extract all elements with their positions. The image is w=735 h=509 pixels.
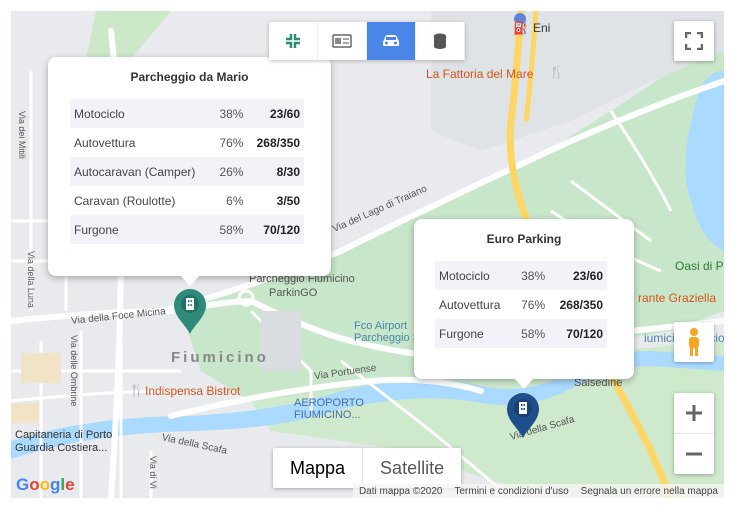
count-cell: 23/60: [247, 99, 304, 128]
vehicle-type-cell: Autocaravan (Camper): [70, 157, 213, 186]
poi-fco-airport[interactable]: Fco Airport: [354, 320, 407, 332]
vehicle-type-cell: Furgone: [435, 319, 514, 348]
pegman-icon: [689, 328, 699, 356]
parking-marker-mario[interactable]: [172, 287, 208, 335]
report-error-link[interactable]: Segnala un errore nella mappa: [581, 486, 718, 497]
availability-table: Motociclo 38% 23/60 Autovettura 76% 268/350 Au…: [70, 99, 304, 244]
poi-oasi[interactable]: Oasi di P: [675, 259, 724, 273]
fullscreen-button[interactable]: [674, 21, 714, 61]
percentage-cell: 38%: [212, 99, 248, 128]
street-view-pegman[interactable]: [674, 322, 714, 362]
count-cell: 23/60: [549, 261, 607, 290]
restaurant-icon: 🍴: [129, 383, 144, 397]
car-button[interactable]: [367, 22, 416, 60]
percentage-cell: 76%: [521, 297, 546, 312]
percentage-cell: 26%: [212, 157, 248, 186]
percentage-cell: 38%: [513, 261, 550, 290]
percentage-cell: 76%: [219, 135, 244, 150]
count-cell: 8/30: [247, 157, 304, 186]
collapse-icon: [286, 34, 300, 48]
city-label-fiumicino: Fiumicino: [171, 349, 269, 366]
table-row: Autovettura 76% 268/350: [435, 290, 607, 319]
zoom-out-button[interactable]: [674, 434, 714, 474]
vehicle-type-cell: Autovettura: [74, 135, 136, 150]
fullscreen-icon: [685, 32, 703, 50]
map-data-credit: Dati mappa ©2020: [358, 485, 443, 497]
poi-capitaneria[interactable]: Capitaneria di Porto: [15, 429, 112, 441]
percentage-cell: 58%: [212, 215, 248, 244]
percentage-cell: 6%: [226, 193, 244, 208]
map-type-satellite-button[interactable]: Satellite: [362, 448, 461, 488]
table-row: Autovettura 76% 268/350: [70, 128, 304, 157]
vehicle-type-cell: Autovettura: [439, 297, 501, 312]
coins-button[interactable]: [416, 22, 465, 60]
minus-icon: [686, 452, 702, 456]
terms-link[interactable]: Termini e condizioni d'uso: [454, 486, 568, 497]
table-row: Furgone 58% 70/120: [435, 319, 607, 348]
table-row: Motociclo 38% 23/60: [435, 261, 607, 290]
street-label-luna: Via della Luna: [26, 251, 36, 308]
map-attribution: Dati mappa ©2020 Termini e condizioni d'…: [352, 484, 724, 498]
street-label-vi: Via di Vi: [148, 456, 158, 489]
street-label-mitili: Via dei Mitili: [17, 111, 27, 159]
info-window-title: Parcheggio da Mario: [130, 70, 249, 84]
street-label-ombrine: Via delle Ombrine: [69, 335, 79, 407]
info-window-tail: [515, 379, 533, 389]
google-logo-letter: G: [16, 475, 30, 494]
count-cell: 70/120: [549, 319, 607, 348]
google-logo-letter: o: [39, 475, 51, 494]
google-logo[interactable]: Google: [16, 475, 75, 495]
table-row: Furgone 58% 70/120: [70, 215, 304, 244]
google-logo-letter: g: [50, 475, 61, 494]
poi-eni-icon[interactable]: ⛽: [513, 21, 528, 35]
zoom-in-button[interactable]: [674, 393, 714, 434]
parking-marker-euro[interactable]: [505, 391, 541, 439]
vehicle-filter-toolbar: [269, 22, 465, 60]
vehicle-type-cell: Furgone: [70, 215, 213, 244]
poi-indispensa[interactable]: Indispensa Bistrot: [145, 384, 240, 398]
google-logo-letter: e: [65, 475, 75, 494]
vehicle-type-cell: Motociclo: [70, 99, 213, 128]
count-cell: 70/120: [247, 215, 304, 244]
collapse-button[interactable]: [269, 22, 318, 60]
map-type-control: Mappa Satellite: [273, 448, 462, 488]
info-window-mario: Parcheggio da Mario Motociclo 38% 23/60 Aut…: [48, 57, 331, 286]
id-card-icon: [332, 34, 352, 48]
count-cell: 3/50: [276, 193, 300, 208]
info-window-euro: Euro Parking Motociclo 38% 23/60 Autovettur…: [414, 219, 634, 389]
car-icon: [383, 35, 399, 46]
table-row: Autocaravan (Camper) 26% 8/30: [70, 157, 304, 186]
poi-eni-label[interactable]: Eni: [533, 21, 550, 35]
zoom-control: [674, 393, 714, 474]
table-row: Motociclo 38% 23/60: [70, 99, 304, 128]
poi-parkingo[interactable]: ParkinGO: [269, 287, 317, 299]
poi-aeroporto[interactable]: AEROPORTO: [294, 397, 364, 409]
poi-guardia[interactable]: Guardia Costiera...: [15, 442, 107, 454]
poi-fiumicino-caps[interactable]: FIUMICINO...: [294, 409, 361, 421]
restaurant-icon: 🍴: [549, 65, 564, 79]
info-window-title: Euro Parking: [486, 232, 562, 246]
google-logo-letter: o: [29, 475, 40, 494]
google-logo-text: Google: [16, 475, 75, 494]
poi-fattoria-label[interactable]: La Fattoria del Mare: [426, 67, 533, 81]
count-cell: 268/350: [559, 297, 603, 312]
map-type-map-button[interactable]: Mappa: [273, 448, 362, 488]
table-row: Caravan (Roulotte) 6% 3/50: [70, 186, 304, 215]
vehicle-type-cell: Motociclo: [435, 261, 514, 290]
availability-table: Motociclo 38% 23/60 Autovettura 76% 268/350 Fu…: [435, 261, 607, 348]
info-window-tail: [181, 276, 199, 286]
poi-parcheggio-s[interactable]: Parcheggio S: [354, 332, 420, 344]
vehicle-type-cell: Caravan (Roulotte): [74, 193, 176, 208]
poi-grante[interactable]: rante Graziella: [638, 291, 716, 305]
id-card-button[interactable]: [318, 22, 367, 60]
count-cell: 268/350: [256, 135, 300, 150]
coins-icon: [434, 33, 446, 49]
plus-icon: [686, 405, 702, 421]
percentage-cell: 58%: [513, 319, 550, 348]
map-frame[interactable]: ⛽ Eni La Fattoria del Mare 🍴 Via del Lag…: [11, 11, 724, 498]
